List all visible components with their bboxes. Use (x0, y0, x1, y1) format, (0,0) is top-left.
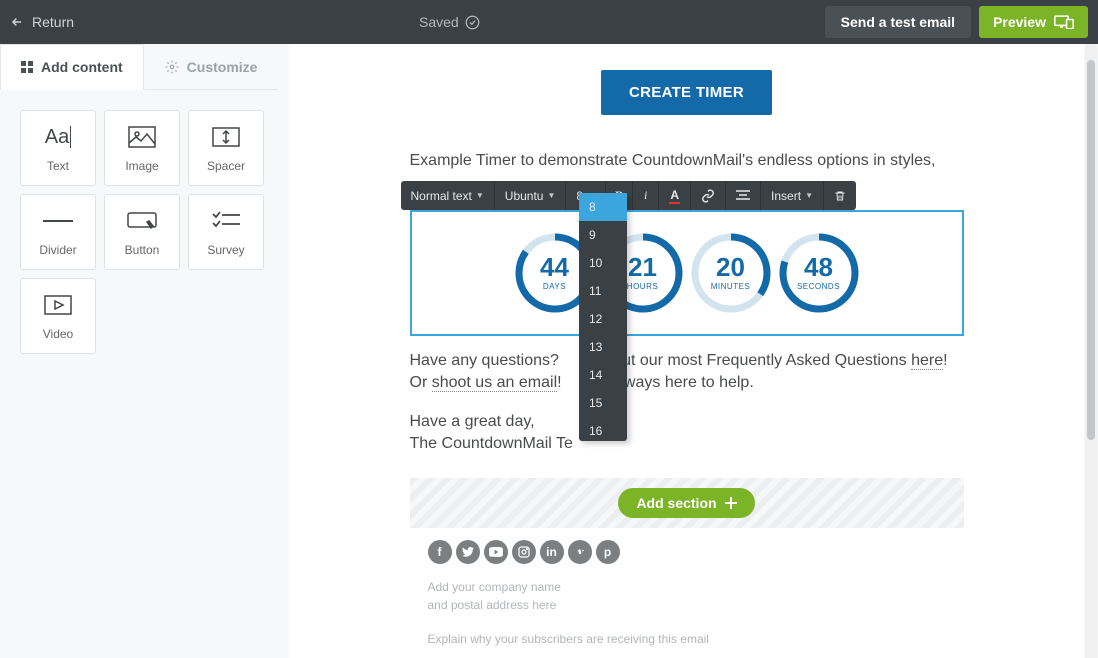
example-text: Example Timer to demonstrate CountdownMa… (410, 149, 964, 173)
footer-postal: and postal address here (428, 596, 946, 614)
timer-minutes: 20 MINUTES (690, 232, 772, 314)
content-label: Video (43, 327, 73, 341)
youtube-icon[interactable] (484, 540, 508, 564)
content-label: Image (125, 159, 158, 173)
grid-icon (21, 61, 33, 73)
tab-label: Customize (187, 59, 258, 75)
text-color-button[interactable]: A (659, 181, 691, 210)
timer-value: 20 (690, 252, 772, 283)
plus-icon (725, 497, 737, 509)
pinterest-icon[interactable]: p (596, 540, 620, 564)
saved-label: Saved (419, 14, 459, 30)
content-grid: Aa Text Image Spacer Divider Button Surv… (0, 90, 289, 374)
faq-link[interactable]: here (911, 352, 943, 370)
devices-icon (1054, 15, 1074, 29)
font-label: Ubuntu (505, 189, 544, 203)
sidebar-tabs: Add content Customize (0, 44, 289, 90)
divider-icon (43, 219, 73, 223)
add-section-label: Add section (636, 495, 716, 511)
twitter-icon[interactable] (456, 540, 480, 564)
video-icon (44, 295, 72, 315)
content-label: Button (125, 243, 160, 257)
add-section-strip: Add section (410, 478, 964, 528)
size-option[interactable]: 9 (579, 221, 627, 249)
delete-button[interactable] (824, 181, 856, 210)
timer-seconds: 48 SECONDS (778, 232, 860, 314)
image-icon (128, 126, 156, 148)
email-footer: f in p Add your company name and postal … (410, 528, 964, 658)
content-survey[interactable]: Survey (188, 194, 264, 270)
preview-label: Preview (993, 14, 1046, 30)
size-option[interactable]: 8 (579, 193, 627, 221)
social-row: f in p (428, 540, 946, 564)
align-button[interactable] (726, 181, 761, 210)
send-test-button[interactable]: Send a test email (825, 6, 971, 38)
content-label: Divider (39, 243, 76, 257)
survey-icon (212, 211, 240, 231)
size-option[interactable]: 16 (579, 417, 627, 441)
timer-block[interactable]: 44 DAYS 21 HOURS 20 MINUTES 48 SECONDS (410, 210, 964, 336)
gear-icon (165, 60, 179, 74)
tab-customize[interactable]: Customize (144, 44, 279, 90)
size-option[interactable]: 13 (579, 333, 627, 361)
return-label: Return (32, 14, 74, 30)
add-section-button[interactable]: Add section (618, 488, 754, 518)
content-label: Spacer (207, 159, 245, 173)
content-divider[interactable]: Divider (20, 194, 96, 270)
instagram-icon[interactable] (512, 540, 536, 564)
signoff-2: The CountdownMail Te (410, 433, 964, 455)
scrollbar[interactable] (1085, 44, 1097, 658)
top-bar: Return Saved Send a test email Preview (0, 0, 1098, 44)
footer-explain: Explain why your subscribers are receivi… (428, 632, 946, 646)
footer-company: Add your company name (428, 578, 946, 596)
align-icon (736, 190, 750, 202)
content-text[interactable]: Aa Text (20, 110, 96, 186)
insert-dropdown[interactable]: Insert▼ (761, 181, 824, 210)
linkedin-icon[interactable]: in (540, 540, 564, 564)
rte-toolbar: Normal text▼ Ubuntu▼ 8▼ B i A Insert▼ (401, 181, 856, 210)
link-button[interactable] (691, 181, 726, 210)
format-label: Normal text (411, 189, 472, 203)
save-status: Saved (419, 14, 480, 30)
size-option[interactable]: 15 (579, 389, 627, 417)
email-link[interactable]: shoot us an email (432, 374, 557, 392)
content-video[interactable]: Video (20, 278, 96, 354)
canvas: CREATE TIMER Example Timer to demonstrat… (289, 44, 1084, 658)
body-paragraph: Have any questions? Check out our most F… (410, 350, 964, 395)
trash-icon (834, 189, 846, 203)
font-dropdown[interactable]: Ubuntu▼ (495, 181, 567, 210)
size-option[interactable]: 14 (579, 361, 627, 389)
spacer-icon (212, 127, 240, 147)
size-option[interactable]: 10 (579, 249, 627, 277)
content-image[interactable]: Image (104, 110, 180, 186)
tab-add-content[interactable]: Add content (0, 44, 144, 90)
link-icon (701, 189, 715, 203)
arrow-left-icon (10, 15, 24, 29)
check-circle-icon (465, 15, 480, 30)
button-icon (127, 212, 157, 230)
size-dropdown-menu: 8910111213141516 (579, 193, 627, 441)
facebook-icon[interactable]: f (428, 540, 452, 564)
timer-value: 48 (778, 252, 860, 283)
preview-button[interactable]: Preview (979, 6, 1088, 38)
timer-label: MINUTES (690, 282, 772, 291)
content-spacer[interactable]: Spacer (188, 110, 264, 186)
insert-label: Insert (771, 189, 801, 203)
italic-button[interactable]: i (633, 181, 659, 210)
sidebar: Add content Customize Aa Text Image Spac… (0, 44, 289, 658)
content-button[interactable]: Button (104, 194, 180, 270)
return-button[interactable]: Return (10, 14, 74, 30)
signoff-1: Have a great day, (410, 411, 964, 433)
size-option[interactable]: 12 (579, 305, 627, 333)
tab-label: Add content (41, 59, 123, 75)
timer-label: SECONDS (778, 282, 860, 291)
size-option[interactable]: 11 (579, 277, 627, 305)
content-label: Text (47, 159, 69, 173)
scrollbar-thumb[interactable] (1087, 60, 1095, 440)
content-label: Survey (207, 243, 244, 257)
vimeo-icon[interactable] (568, 540, 592, 564)
create-timer-button[interactable]: CREATE TIMER (601, 70, 772, 115)
format-dropdown[interactable]: Normal text▼ (401, 181, 495, 210)
